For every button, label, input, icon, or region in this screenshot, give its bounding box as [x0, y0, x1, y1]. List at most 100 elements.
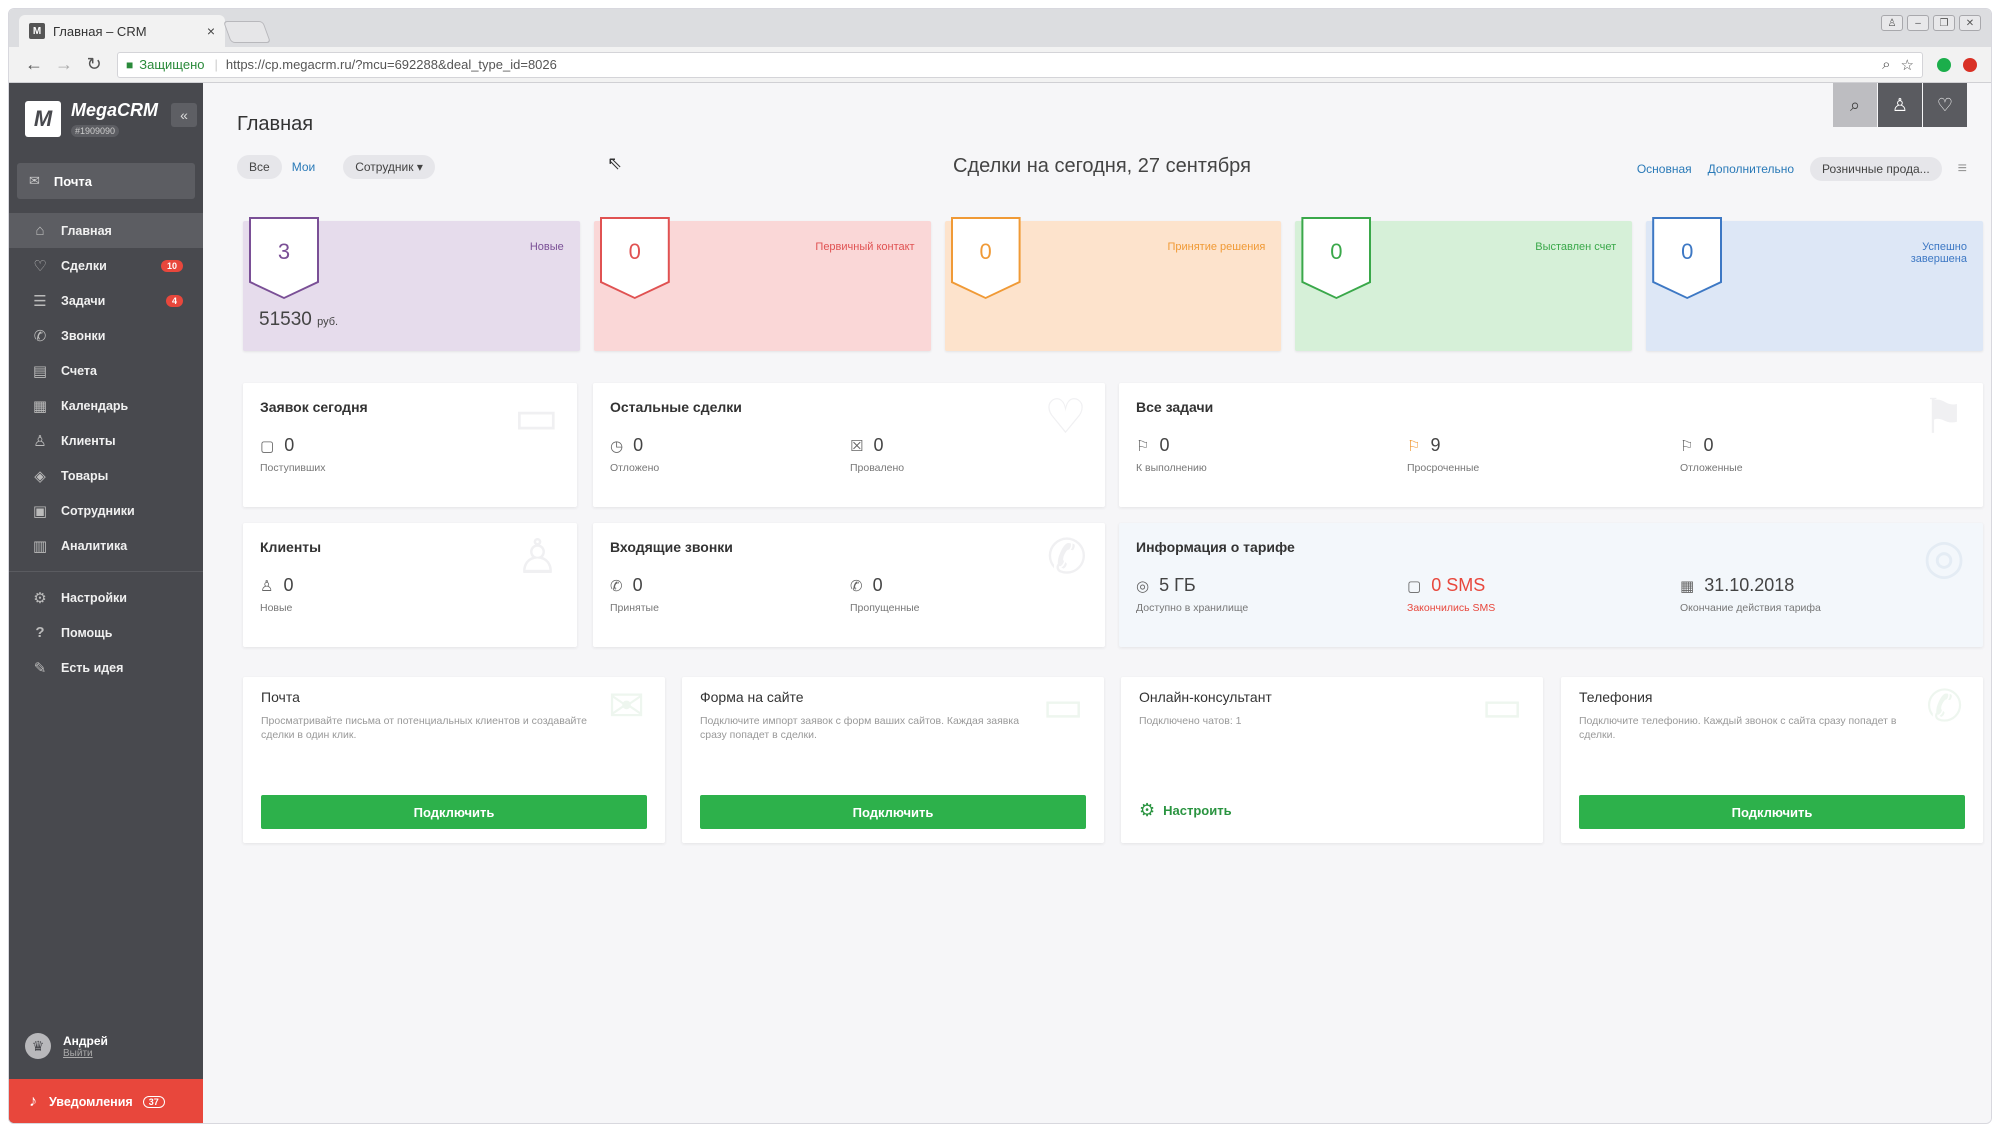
tab-main[interactable]: Основная: [1637, 162, 1692, 176]
calls-card[interactable]: Входящие звонки ✆ ✆ 0 Принятые ✆ 0 Пропуще…: [593, 523, 1105, 647]
deal-filters: Все Мои Сотрудник ▾: [237, 155, 435, 179]
tab-bar: M Главная – CRM × ♙ – ❐ ✕: [9, 9, 1991, 47]
filter-mine[interactable]: Мои: [292, 160, 316, 174]
zoom-icon[interactable]: ⌕: [1882, 56, 1890, 73]
task-icon: ⚐: [1136, 437, 1150, 455]
stage-first-contact[interactable]: 0 Первичный контакт: [593, 217, 931, 351]
card-title: Входящие звонки: [610, 539, 733, 555]
forward-icon[interactable]: →: [49, 54, 79, 75]
connect-mail-button[interactable]: Подключить: [261, 795, 647, 829]
sidebar-item-label: Клиенты: [61, 433, 116, 448]
sms-value: 0 SMS: [1431, 575, 1486, 595]
sidebar-item-calls[interactable]: ✆ Звонки: [9, 318, 203, 353]
sidebar-item-clients[interactable]: ♙ Клиенты: [9, 423, 203, 458]
chat-icon: ▭: [513, 391, 559, 444]
integration-title: Почта: [261, 689, 300, 705]
tariff-date-label: Окончание действия тарифа: [1680, 602, 1821, 614]
sidebar-item-employees[interactable]: ▣ Сотрудники: [9, 493, 203, 528]
close-window-button[interactable]: ✕: [1959, 15, 1981, 31]
filter-employee-dropdown[interactable]: Сотрудник ▾: [343, 155, 435, 179]
message-icon: ▢: [260, 437, 275, 455]
tariff-card[interactable]: Информация о тарифе ◎ ◎ 5 ГБ Доступно в х…: [1119, 523, 1983, 647]
configure-label: Настроить: [1163, 803, 1232, 818]
restore-button[interactable]: ❐: [1933, 15, 1955, 31]
sidebar-item-help[interactable]: ? Помощь: [9, 615, 203, 650]
other-deals-card[interactable]: Остальные сделки ♡ ◷ 0 Отложено ☒ 0 Провал…: [593, 383, 1105, 507]
connect-form-button[interactable]: Подключить: [700, 795, 1086, 829]
sidebar-menu: ⌂ Главная ♡ Сделки 10 ☰ Задачи 4 ✆ Звонки ▤ Сче…: [9, 213, 203, 685]
bookmark-star-icon[interactable]: ☆: [1901, 56, 1914, 74]
sidebar-item-label: Календарь: [61, 398, 129, 413]
close-tab-icon[interactable]: ×: [207, 23, 215, 39]
connect-telephony-button[interactable]: Подключить: [1579, 795, 1965, 829]
todo-value: 0: [1159, 435, 1170, 455]
sidebar-item-calendar[interactable]: ▦ Календарь: [9, 388, 203, 423]
sidebar-item-label: Счета: [61, 363, 97, 378]
handshake-icon[interactable]: ♡: [1923, 83, 1967, 127]
user-block[interactable]: ♛ Андрей Выйти: [25, 1033, 108, 1059]
url-field[interactable]: ■ Защищено | https://cp.megacrm.ru/?mcu=…: [117, 51, 1923, 78]
integration-desc: Просматривайте письма от потенциальных к…: [261, 715, 587, 741]
view-tabs: Основная Дополнительно Розничные прода..…: [1637, 157, 1967, 181]
stage-decision[interactable]: 0 Принятие решения: [944, 217, 1282, 351]
tab-extra[interactable]: Дополнительно: [1708, 162, 1794, 176]
sidebar-item-products[interactable]: ◈ Товары: [9, 458, 203, 493]
browser-tab[interactable]: M Главная – CRM ×: [19, 15, 225, 47]
profile-icon[interactable]: ♙: [1878, 83, 1922, 127]
envelope-icon: ✉: [29, 173, 40, 188]
search-icon[interactable]: ⌕: [1833, 83, 1877, 127]
logout-link[interactable]: Выйти: [63, 1048, 108, 1059]
tab-title: Главная – CRM: [53, 23, 147, 39]
stage-invoiced[interactable]: 0 Выставлен счет: [1295, 217, 1633, 351]
new-tab-button[interactable]: [222, 21, 272, 43]
phone-icon: ✆: [33, 327, 47, 345]
idea-icon: ✎: [33, 659, 47, 677]
menu-icon[interactable]: ≡: [1958, 160, 1967, 178]
back-icon[interactable]: ←: [19, 54, 49, 75]
postponed-task-value: 0: [1703, 435, 1714, 455]
integration-mail: Почта ✉ Просматривайте письма от потенци…: [243, 677, 665, 843]
integration-telephony: Телефония ✆ Подключите телефонию. Каждый…: [1561, 677, 1983, 843]
sidebar-item-settings[interactable]: ⚙ Настройки: [9, 580, 203, 615]
sidebar-item-analytics[interactable]: ▥ Аналитика: [9, 528, 203, 563]
minimize-button[interactable]: –: [1907, 15, 1929, 31]
url-text: https://cp.megacrm.ru/?mcu=692288&deal_t…: [225, 57, 557, 72]
stage-success[interactable]: 0 Успешно завершена: [1646, 217, 1983, 351]
stage-new[interactable]: 3 Новые 51530 руб.: [243, 217, 580, 351]
sidebar-item-idea[interactable]: ✎ Есть идея: [9, 650, 203, 685]
overdue-icon: ⚐: [1407, 437, 1421, 455]
configure-chat-button[interactable]: ⚙ Настроить: [1139, 800, 1232, 821]
extension-red-icon[interactable]: [1963, 57, 1977, 72]
avatar[interactable]: ♛: [25, 1033, 51, 1059]
failed-label: Провалено: [850, 462, 905, 474]
sidebar-item-deals[interactable]: ♡ Сделки 10: [9, 248, 203, 283]
tasks-card[interactable]: Все задачи ⚑ ⚐ 0 К выполнению ⚐ 9 Просроче…: [1119, 383, 1983, 507]
deals-badge: 10: [160, 259, 183, 272]
notifications-button[interactable]: ♪ Уведомления 37: [9, 1079, 203, 1123]
mail-button[interactable]: ✉ Почта: [17, 163, 195, 199]
failed-value: 0: [873, 435, 884, 455]
sidebar-item-home[interactable]: ⌂ Главная: [9, 213, 203, 248]
sidebar-item-label: Сделки: [61, 258, 107, 273]
collapse-sidebar-button[interactable]: «: [171, 103, 197, 127]
clients-sub: Новые: [260, 602, 293, 614]
phone-icon: ✆: [1926, 682, 1963, 731]
sidebar-item-invoices[interactable]: ▤ Счета: [9, 353, 203, 388]
requests-card[interactable]: Заявок сегодня ▭ ▢ 0 Поступивших: [243, 383, 577, 507]
stage-count: 0: [601, 219, 668, 297]
clients-card[interactable]: Клиенты ♙ ♙ 0 Новые: [243, 523, 577, 647]
postponed-value: 0: [633, 435, 644, 455]
todo-label: К выполнению: [1136, 462, 1207, 474]
logo-icon[interactable]: M: [25, 101, 61, 137]
sidebar-item-tasks[interactable]: ☰ Задачи 4: [9, 283, 203, 318]
reload-icon[interactable]: ↻: [79, 54, 109, 75]
missed-call-icon: ✆: [850, 577, 863, 595]
tab-retail[interactable]: Розничные прода...: [1810, 157, 1942, 181]
extension-green-icon[interactable]: [1937, 57, 1951, 72]
profile-icon[interactable]: ♙: [1881, 15, 1903, 31]
overdue-value: 9: [1430, 435, 1441, 455]
form-icon: ▭: [1042, 682, 1084, 731]
add-user-icon: ♙: [260, 577, 274, 595]
handshake-icon: ♡: [33, 257, 47, 275]
filter-all[interactable]: Все: [237, 155, 282, 179]
